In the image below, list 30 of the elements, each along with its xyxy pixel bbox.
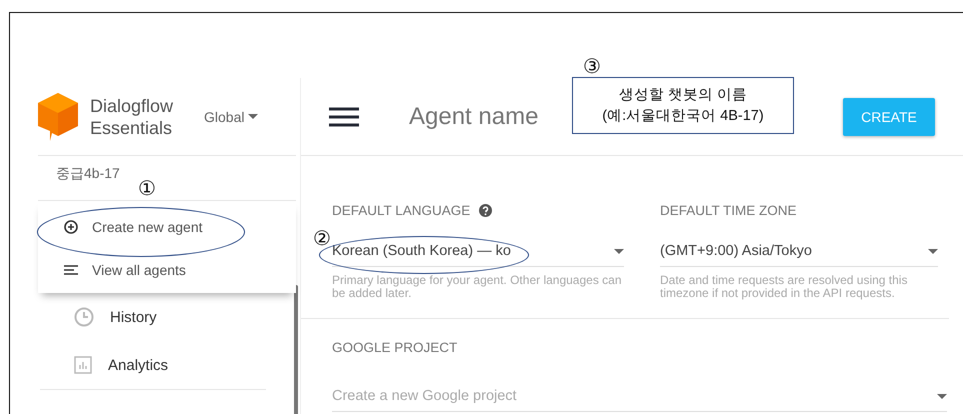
nav-item[interactable]: Analytics: [40, 341, 266, 390]
annotation-note: 생성할 챗봇의 이름 (예:서울대한국어 4B-17): [572, 77, 794, 134]
region-selector[interactable]: Global: [204, 108, 258, 124]
dropdown-caret-icon: [937, 394, 947, 398]
logo-icon: [38, 92, 78, 140]
nav-item[interactable]: History: [10, 293, 296, 341]
menu-icon[interactable]: [329, 106, 359, 126]
scrollbar[interactable]: [294, 285, 298, 414]
agent-name: 중급4b-17: [56, 165, 120, 183]
field-label: GOOGLE PROJECT: [332, 340, 458, 354]
helper-text: Date and time requests are resolved using this timezone if not provided in the API requests.: [660, 274, 908, 300]
step-number: ①: [138, 179, 156, 199]
clock-icon: [74, 307, 94, 327]
select-field[interactable]: (GMT+9:00) Asia/Tokyo: [660, 236, 938, 267]
field-label: DEFAULT LANGUAGE: [332, 202, 470, 218]
dropdown-caret-icon: [614, 248, 624, 254]
step-number: ②: [313, 229, 331, 249]
step-number: ③: [583, 57, 601, 77]
select-field[interactable]: Korean (South Korea) — ko: [332, 236, 624, 267]
bar-chart-icon: [74, 356, 92, 374]
menu-item[interactable]: Create new agent: [38, 205, 296, 248]
add-circle-icon: [64, 220, 78, 234]
dropdown-caret-icon: [248, 114, 258, 119]
helper-text: Primary language for your agent. Other languages can be added later.: [332, 274, 623, 300]
list-icon: [64, 264, 78, 274]
menu-item[interactable]: View all agents: [38, 248, 296, 291]
field-label: DEFAULT TIME ZONE: [660, 202, 797, 218]
help-icon[interactable]: [479, 204, 492, 216]
dropdown-caret-icon: [928, 248, 938, 254]
product-name: Dialogflow Essentials: [90, 94, 174, 138]
